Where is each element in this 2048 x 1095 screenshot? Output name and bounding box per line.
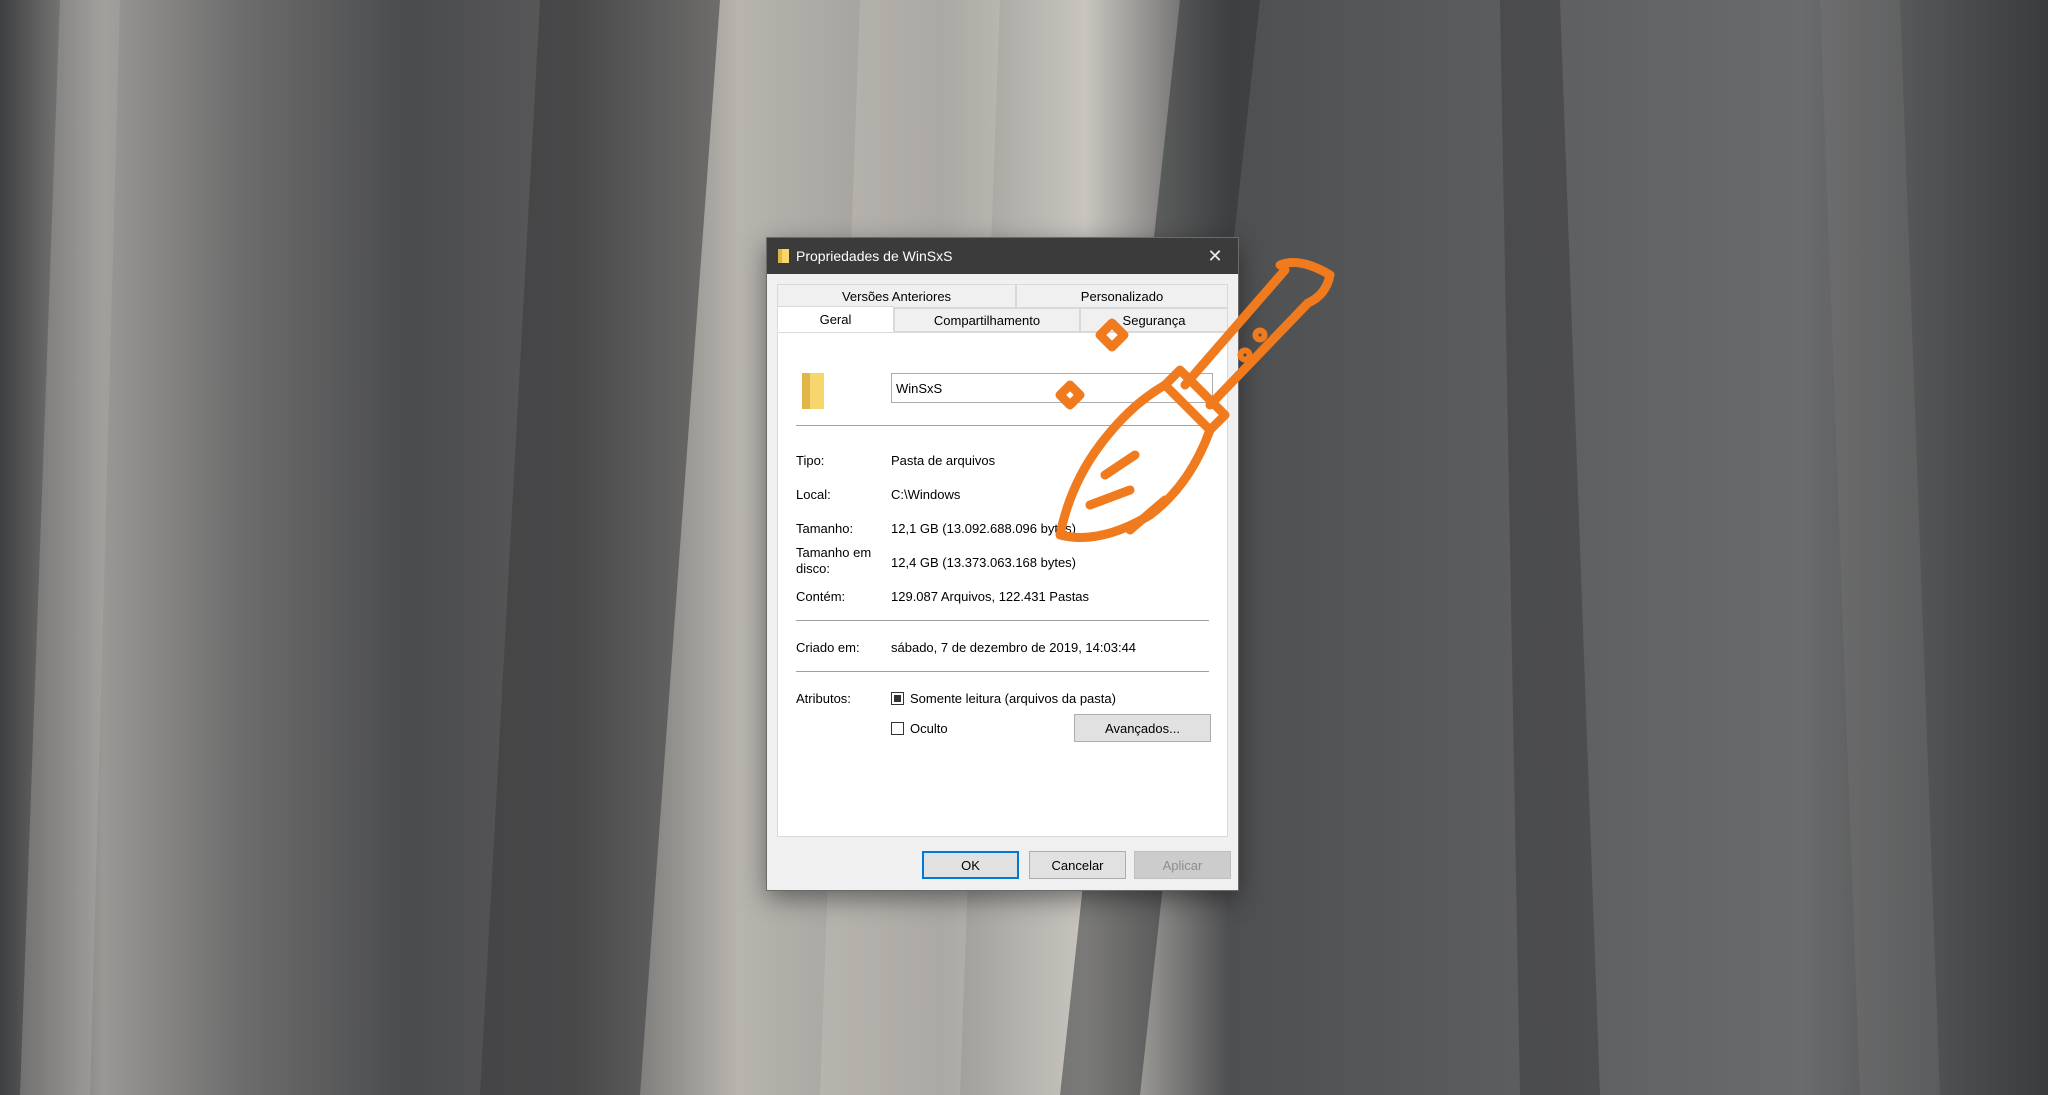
divider bbox=[796, 671, 1209, 672]
location-label: Local: bbox=[796, 487, 831, 502]
readonly-checkbox[interactable] bbox=[891, 692, 904, 705]
broom-icon bbox=[1010, 245, 1340, 570]
hidden-label: Oculto bbox=[910, 721, 948, 736]
size-on-disk-label: Tamanho em disco: bbox=[796, 545, 872, 576]
folder-icon bbox=[802, 373, 826, 409]
type-value: Pasta de arquivos bbox=[891, 453, 996, 468]
created-label: Criado em: bbox=[796, 640, 860, 655]
ok-button[interactable]: OK bbox=[922, 851, 1019, 879]
cancel-button[interactable]: Cancelar bbox=[1029, 851, 1126, 879]
location-value: C:\Windows bbox=[891, 487, 961, 502]
apply-button: Aplicar bbox=[1134, 851, 1231, 879]
window-title: Propriedades de WinSxS bbox=[796, 248, 953, 264]
hidden-checkbox[interactable] bbox=[891, 722, 904, 735]
advanced-button[interactable]: Avançados... bbox=[1074, 714, 1211, 742]
attributes-label: Atributos: bbox=[796, 691, 851, 706]
readonly-label: Somente leitura (arquivos da pasta) bbox=[910, 691, 1116, 706]
tab-versoes-anteriores[interactable]: Versões Anteriores bbox=[777, 284, 1016, 308]
created-value: sábado, 7 de dezembro de 2019, 14:03:44 bbox=[891, 640, 1137, 655]
type-label: Tipo: bbox=[796, 453, 825, 468]
tab-geral[interactable]: Geral bbox=[777, 306, 894, 332]
divider bbox=[796, 620, 1209, 621]
contains-value: 129.087 Arquivos, 122.431 Pastas bbox=[891, 589, 1090, 604]
folder-icon bbox=[778, 248, 790, 264]
size-label: Tamanho: bbox=[796, 521, 854, 536]
contains-label: Contém: bbox=[796, 589, 846, 604]
